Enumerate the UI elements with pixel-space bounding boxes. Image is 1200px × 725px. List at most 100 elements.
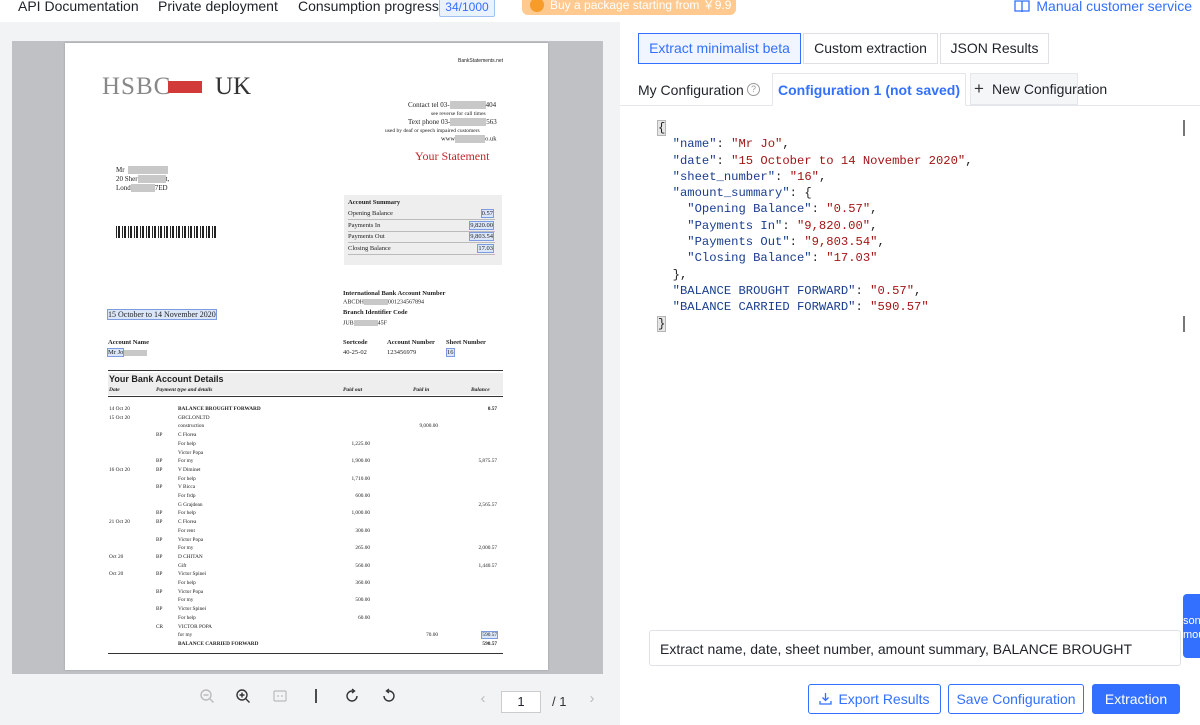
json-key: "Payments In" — [687, 218, 783, 233]
bic-start: JUB — [343, 320, 354, 327]
tx-type: BP — [156, 606, 163, 613]
json-key: "name" — [672, 137, 717, 152]
tab-configuration-1[interactable]: Configuration 1 (not saved) — [772, 73, 966, 106]
summary-title: Account Summary — [348, 199, 401, 206]
json-line: "name": "Mr Jo", — [672, 137, 790, 152]
tx-detail: For my — [178, 597, 194, 604]
document-viewer[interactable]: HSBC UK BankStatements.net Contact tel 0… — [12, 41, 603, 674]
export-results-button[interactable]: Export Results — [808, 684, 941, 714]
json-output[interactable]: { "name": "Mr Jo", "date": "15 October t… — [656, 120, 1183, 335]
save-configuration-button[interactable]: Save Configuration — [948, 684, 1084, 714]
tx-balance: 590.57 — [482, 640, 497, 647]
next-page-icon[interactable]: › — [581, 688, 603, 710]
summary-rule — [348, 242, 495, 243]
promo-banner[interactable]: Buy a package starting from ￥9.9 — [522, 0, 736, 15]
tx-detail: For my — [178, 545, 194, 552]
new-configuration-button[interactable]: + New Configuration — [970, 73, 1107, 105]
deaf-note: used by deaf or speech impaired customer… — [385, 128, 480, 134]
extraction-panel: Extract minimalist beta Custom extractio… — [620, 22, 1200, 725]
export-results-label: Export Results — [838, 691, 930, 707]
json-line: "Closing Balance": "17.03" — [687, 251, 878, 266]
json-line: "Payments In": "9,820.00", — [687, 218, 878, 233]
watermark-text: BankStatements.net — [458, 58, 504, 64]
tx-type: BP — [156, 553, 163, 560]
tx-detail: Victor Popa — [178, 588, 204, 595]
tx-paid-out: 1,900.00 — [351, 458, 370, 465]
json-value: "16" — [789, 169, 819, 184]
help-icon[interactable]: ? — [747, 83, 760, 96]
json-line: "Opening Balance": "0.57", — [687, 202, 878, 217]
text-cursor-icon[interactable] — [305, 688, 327, 710]
tx-paid-out: 300.00 — [355, 527, 370, 534]
address-line-3: Lond — [116, 184, 131, 192]
tx-type: BP — [156, 466, 163, 473]
tx-type: BP — [156, 588, 163, 595]
statement-date-range: 15 October to 14 November 2020 — [107, 309, 217, 320]
tab-extract-minimalist[interactable]: Extract minimalist beta — [638, 33, 801, 64]
address-line-3-end: 7ED — [154, 184, 168, 192]
col-payment: Payment type and details — [156, 387, 213, 393]
sortcode-value: 40-25-02 — [343, 349, 367, 356]
details-header-rule — [108, 396, 503, 397]
account-number-value: 123456979 — [387, 349, 417, 356]
zoom-in-icon[interactable] — [232, 688, 254, 710]
tx-balance: 2,565.57 — [478, 501, 497, 508]
rotate-right-icon[interactable] — [378, 688, 400, 710]
api-docs-link[interactable]: API Documentation — [18, 0, 139, 14]
tx-detail: Gift — [178, 562, 187, 569]
summary-label: Opening Balance — [348, 210, 393, 217]
new-configuration-label: New Configuration — [992, 81, 1108, 97]
download-icon — [819, 693, 833, 705]
account-name-value: Mr Jo — [106, 348, 125, 357]
customer-service-label: Manual customer service — [1036, 0, 1192, 14]
tx-paid-out: 600.00 — [355, 493, 370, 499]
json-punct: , — [914, 283, 922, 298]
extraction-prompt-input[interactable]: Extract name, date, sheet number, amount… — [649, 630, 1181, 666]
tx-type: BP — [156, 458, 163, 465]
private-deployment-link[interactable]: Private deployment — [158, 0, 278, 14]
scroll-marker-bottom — [1183, 316, 1185, 332]
json-key: "date" — [672, 153, 717, 168]
tx-detail: V Diminet — [178, 466, 201, 473]
tx-paid-out: 1,225.00 — [351, 440, 370, 447]
tx-type: BP — [156, 510, 163, 517]
json-punct: { — [804, 186, 812, 201]
prev-page-icon[interactable]: ‹ — [472, 688, 494, 710]
tx-detail: For help — [178, 580, 196, 586]
fit-page-icon[interactable] — [269, 688, 291, 710]
tx-balance: 2,000.57 — [478, 545, 497, 552]
side-feedback-tab[interactable]: son mou — [1183, 594, 1200, 658]
page-total: / 1 — [552, 694, 567, 709]
text-phone-end: 563 — [486, 118, 497, 126]
tab-json-results[interactable]: JSON Results — [940, 33, 1049, 64]
tx-type: CR — [156, 623, 164, 630]
tx-type: BP — [156, 484, 163, 491]
consumption-count-badge: 34/1000 — [439, 0, 495, 17]
rotate-left-icon[interactable] — [341, 688, 363, 710]
bank-logo-left: HSBC — [102, 73, 172, 100]
json-line: { — [656, 120, 1183, 136]
top-bar: API Documentation Private deployment Con… — [0, 0, 1200, 22]
json-punct: , — [870, 202, 878, 217]
tx-detail: V Bicca — [178, 484, 196, 491]
bic-end: 45F — [377, 320, 388, 327]
tx-date: 15 Oct 20 — [109, 414, 130, 421]
json-value: "15 October to 14 November 2020" — [731, 153, 966, 168]
your-statement-heading: Your Statement — [415, 149, 490, 163]
tab-custom-extraction[interactable]: Custom extraction — [803, 33, 938, 64]
col-paid-in: Paid in — [413, 387, 430, 393]
page-number-input[interactable]: 1 — [501, 691, 541, 713]
sheet-number-label: Sheet Number — [446, 339, 486, 346]
bank-logo-hexagon — [168, 81, 202, 93]
tx-balance: 1,440.57 — [478, 562, 497, 569]
summary-rule — [348, 219, 495, 220]
statement-page: HSBC UK BankStatements.net Contact tel 0… — [65, 43, 548, 670]
summary-value: 17.03 — [477, 243, 494, 253]
barcode — [116, 226, 216, 238]
tx-type: BP — [156, 536, 163, 543]
iban-end: 001234567894 — [388, 299, 425, 306]
extraction-button[interactable]: Extraction — [1092, 684, 1180, 714]
tx-detail: For help — [178, 510, 196, 517]
customer-service-link[interactable]: Manual customer service — [1014, 0, 1192, 14]
zoom-out-icon[interactable] — [196, 688, 218, 710]
